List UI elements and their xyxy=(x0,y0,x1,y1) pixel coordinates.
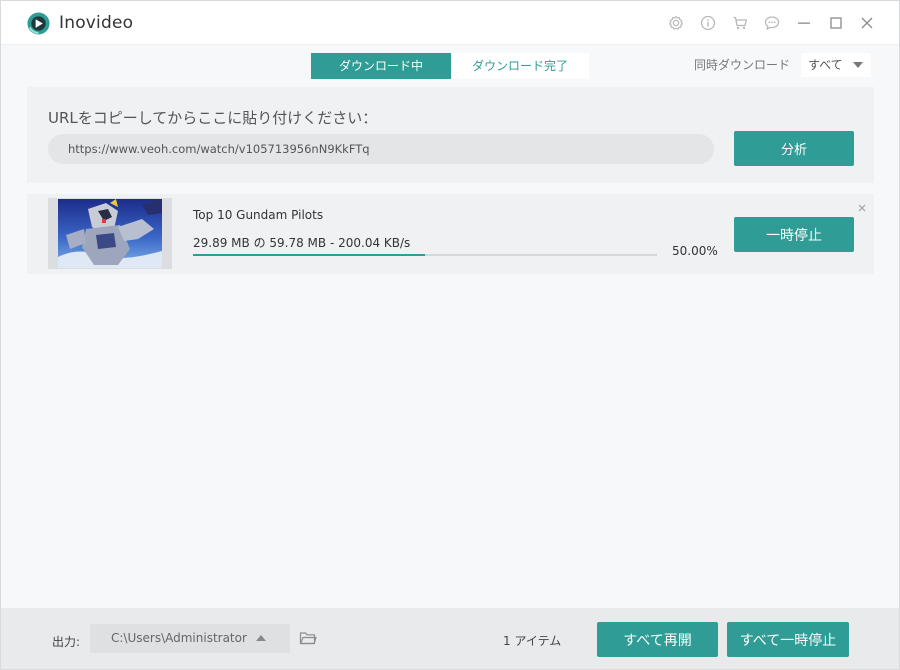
output-path-text: C:\Users\Administrator\ xyxy=(111,631,247,645)
download-progress-fill xyxy=(193,254,425,256)
pause-all-button[interactable]: すべて一時停止 xyxy=(727,622,849,657)
info-icon[interactable] xyxy=(700,15,716,31)
resume-all-button[interactable]: すべて再開 xyxy=(597,622,718,657)
video-thumbnail xyxy=(58,199,162,268)
folder-icon[interactable] xyxy=(299,630,317,646)
close-icon[interactable] xyxy=(859,15,875,31)
concurrent-download-label: 同時ダウンロード xyxy=(694,58,791,72)
url-heading: URLをコピーしてからここに貼り付けください： xyxy=(48,109,378,127)
title-bar: Inovideo xyxy=(1,1,899,45)
url-input[interactable] xyxy=(48,134,714,164)
chevron-down-icon xyxy=(853,62,863,68)
tab-downloading[interactable]: ダウンロード中 xyxy=(311,53,451,79)
download-progress-bar xyxy=(193,254,657,256)
app-logo-icon xyxy=(27,12,50,35)
concurrent-select-value: すべて xyxy=(808,58,843,72)
video-thumbnail-frame xyxy=(48,198,172,269)
download-item: Top 10 Gundam Pilots 29.89 MB の 59.78 MB… xyxy=(27,194,874,274)
app-window: Inovideo ダウンロード中 ダウンロード完了 同時ダウンロード すべて U… xyxy=(0,0,900,670)
footer-bar: 出力: C:\Users\Administrator\ 1 アイテム すべて再開… xyxy=(1,608,899,669)
chevron-up-icon xyxy=(256,635,266,641)
item-count: 1 アイテム xyxy=(503,634,562,648)
app-title: Inovideo xyxy=(59,13,134,33)
download-tabs: ダウンロード中 ダウンロード完了 xyxy=(311,53,589,79)
download-progress-text: 29.89 MB の 59.78 MB - 200.04 KB/s xyxy=(193,236,411,250)
concurrent-download-select[interactable]: すべて xyxy=(801,53,871,77)
url-panel: URLをコピーしてからここに貼り付けください： 分析 xyxy=(27,87,874,183)
cart-icon[interactable] xyxy=(732,15,748,31)
output-label: 出力: xyxy=(52,635,81,649)
minimize-icon[interactable] xyxy=(796,15,812,31)
analyze-button[interactable]: 分析 xyxy=(734,131,854,166)
feedback-icon[interactable] xyxy=(764,15,780,31)
remove-item-icon[interactable] xyxy=(857,198,867,212)
download-title: Top 10 Gundam Pilots xyxy=(193,208,324,222)
maximize-icon[interactable] xyxy=(828,15,844,31)
settings-icon[interactable] xyxy=(668,15,684,31)
output-path-select[interactable]: C:\Users\Administrator\ xyxy=(90,624,290,653)
tab-completed[interactable]: ダウンロード完了 xyxy=(451,53,589,79)
download-percent: 50.00% xyxy=(672,244,718,258)
pause-button[interactable]: 一時停止 xyxy=(734,217,854,252)
